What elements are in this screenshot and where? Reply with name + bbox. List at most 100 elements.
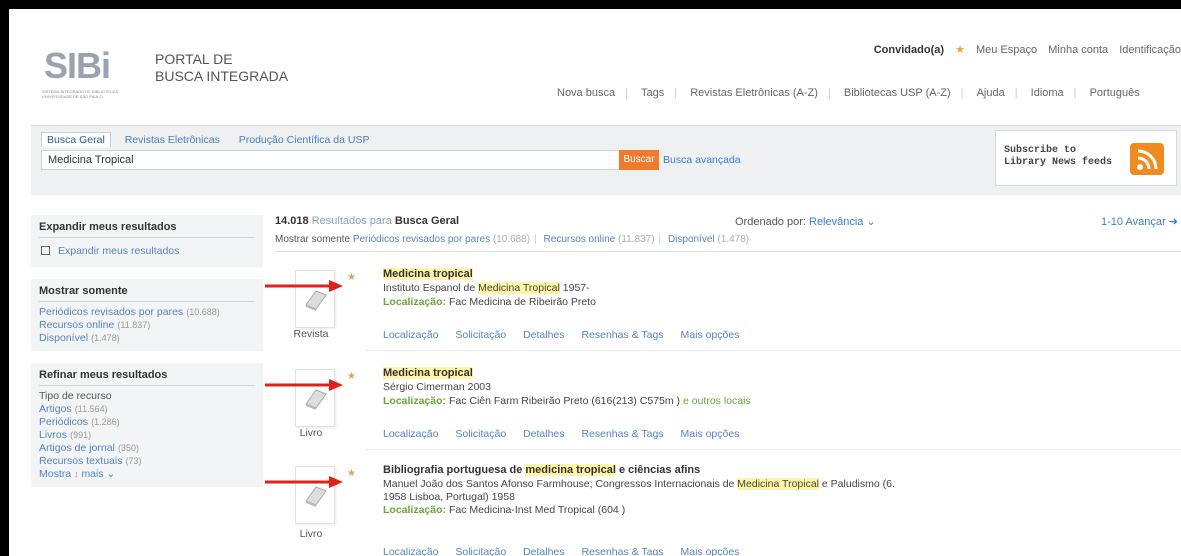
record-type: Livro — [299, 427, 323, 439]
refine-box: Refinar meus resultados Tipo de recurso … — [31, 363, 263, 487]
rss-label: Subscribe to Library News feeds — [1004, 145, 1113, 168]
tab-general-search[interactable]: Busca Geral — [41, 132, 111, 147]
record-actions: Localização Solicitação Detalhes Resenha… — [383, 546, 753, 556]
facet-periodicals[interactable]: Periódicos (1.286) — [39, 416, 255, 429]
sibi-logo[interactable]: SIBi — [44, 45, 111, 87]
refine-title: Refinar meus resultados — [39, 369, 255, 386]
user-bar: Convidado(a) ★ Meu Espaço Minha conta Id… — [874, 43, 1181, 56]
record-title[interactable]: Medicina tropical — [383, 367, 473, 379]
search-panel: Busca Geral Revistas Eletrônicas Produçã… — [31, 125, 1181, 195]
expand-checkbox[interactable] — [41, 246, 50, 255]
filter-peer-reviewed[interactable]: Periódicos revisados por pares — [353, 234, 490, 245]
nav-language[interactable]: Idioma — [1031, 87, 1064, 99]
resource-type-label: Tipo de recurso — [39, 390, 112, 402]
nav-help[interactable]: Ajuda — [977, 87, 1005, 99]
action-more-options[interactable]: Mais opções — [680, 329, 739, 341]
action-reviews-tags[interactable]: Resenhas & Tags — [581, 546, 663, 556]
chevron-down-icon: ⌄ — [106, 468, 116, 480]
search-input[interactable]: Medicina Tropical — [41, 150, 621, 170]
action-location[interactable]: Localização — [383, 428, 438, 440]
filter-online[interactable]: Recursos online — [544, 234, 616, 245]
portal-title: PORTAL DE BUSCA INTEGRADA — [155, 51, 289, 84]
action-request[interactable]: Solicitação — [455, 329, 506, 341]
action-location[interactable]: Localização — [383, 546, 438, 556]
facet-books[interactable]: Livros (991) — [39, 429, 255, 442]
arrow-right-icon: ➜ — [1168, 216, 1178, 228]
nav-portuguese[interactable]: Português — [1090, 87, 1140, 99]
login-link[interactable]: Identificação — [1119, 44, 1181, 56]
favorite-star-icon[interactable]: ★ — [347, 468, 356, 479]
results-count: 14.018 Resultados para Busca Geral — [275, 215, 460, 227]
nav-libraries[interactable]: Bibliotecas USP (A-Z) — [844, 87, 951, 99]
record-actions: Localização Solicitação Detalhes Resenha… — [383, 428, 753, 440]
record-author: Manuel João dos Santos Afonso Farmhouse;… — [383, 478, 895, 490]
nav-ejournals[interactable]: Revistas Eletrônicas (A-Z) — [690, 87, 818, 99]
favorite-star-icon[interactable]: ★ — [347, 371, 356, 382]
facet-peer-reviewed[interactable]: Periódicos revisados por pares (10.688) — [39, 306, 255, 319]
chevron-down-icon: ⌄ — [866, 216, 876, 228]
filter-available[interactable]: Disponível — [668, 234, 715, 245]
facet-online[interactable]: Recursos online (11.837) — [39, 319, 255, 332]
nav-tags[interactable]: Tags — [641, 87, 664, 99]
record-thumbnail[interactable] — [295, 466, 335, 524]
facet-articles[interactable]: Artigos (11.564) — [39, 403, 255, 416]
advanced-search-link[interactable]: Busca avançada — [663, 154, 741, 166]
record-title[interactable]: Medicina tropical — [383, 268, 473, 280]
rss-subscribe-box[interactable]: Subscribe to Library News feeds — [995, 130, 1177, 186]
action-request[interactable]: Solicitação — [455, 428, 506, 440]
show-only-box: Mostrar somente Periódicos revisados por… — [31, 279, 263, 351]
action-details[interactable]: Detalhes — [523, 546, 564, 556]
facet-news-articles[interactable]: Artigos de jornal (350) — [39, 442, 255, 455]
record-type: Revista — [293, 328, 329, 340]
action-location[interactable]: Localização — [383, 329, 438, 341]
action-details[interactable]: Detalhes — [523, 428, 564, 440]
record-type: Livro — [299, 528, 323, 540]
expand-box: Expandir meus resultados Expandir meus r… — [31, 215, 263, 267]
action-reviews-tags[interactable]: Resenhas & Tags — [581, 329, 663, 341]
record-thumbnail[interactable] — [295, 369, 335, 427]
expand-option[interactable]: Expandir meus resultados — [39, 242, 255, 261]
record-location: Localização: Fac Medicina-Inst Med Tropi… — [383, 504, 626, 516]
show-only-title: Mostrar somente — [39, 285, 255, 302]
results-divider — [275, 251, 1181, 252]
my-account-link[interactable]: Minha conta — [1048, 44, 1108, 56]
show-more-link[interactable]: Mostra ↕ mais ⌄ — [39, 468, 255, 481]
sort-control[interactable]: Ordenado por: Relevância ⌄ — [735, 215, 876, 228]
search-button[interactable]: Buscar — [619, 150, 659, 170]
my-space-link[interactable]: Meu Espaço — [976, 44, 1037, 56]
action-request[interactable]: Solicitação — [455, 546, 506, 556]
tab-ejournals[interactable]: Revistas Eletrônicas — [120, 133, 225, 147]
browser-page: SIBi SISTEMA INTEGRADO DE BIBLIOTECAS UN… — [9, 9, 1181, 556]
record-publication: 1958 Lisboa, Portugal) 1958 — [383, 491, 515, 503]
other-locations-link[interactable]: e outros locais — [683, 395, 751, 407]
sort-select[interactable]: Relevância — [809, 216, 863, 228]
nav-new-search[interactable]: Nova busca — [557, 87, 615, 99]
action-reviews-tags[interactable]: Resenhas & Tags — [581, 428, 663, 440]
record-title[interactable]: Bibliografia portuguesa de medicina trop… — [383, 464, 700, 476]
red-arrow-icon — [265, 379, 343, 391]
show-only-filters: Mostrar somente Periódicos revisados por… — [275, 234, 750, 245]
logo-subtitle: SISTEMA INTEGRADO DE BIBLIOTECAS UNIVERS… — [42, 89, 119, 99]
facet-available[interactable]: Disponível (1.478) — [39, 332, 255, 345]
tab-usp-production[interactable]: Produção Científica da USP — [234, 133, 375, 147]
record-thumbnail[interactable] — [295, 270, 335, 328]
facet-text-resources[interactable]: Recursos textuais (73) — [39, 455, 255, 468]
record-location: Localização: Fac Ciên Farm Ribeirão Pret… — [383, 395, 751, 407]
action-more-options[interactable]: Mais opções — [680, 546, 739, 556]
facets-sidebar: Expandir meus resultados Expandir meus r… — [31, 215, 263, 499]
record-actions: Localização Solicitação Detalhes Resenha… — [383, 329, 753, 341]
red-arrow-icon — [265, 280, 343, 292]
pager-next[interactable]: 1-10 Avançar ➜ — [1101, 215, 1178, 228]
guest-label: Convidado(a) — [873, 44, 945, 56]
action-details[interactable]: Detalhes — [523, 329, 564, 341]
favorite-star-icon[interactable]: ★ — [347, 272, 356, 283]
record-location: Localização: Fac Medicina de Ribeirão Pr… — [383, 296, 597, 308]
top-navigation: Nova busca | Tags | Revistas Eletrônicas (… — [557, 87, 1140, 99]
action-more-options[interactable]: Mais opções — [680, 428, 739, 440]
search-tabs: Busca Geral Revistas Eletrônicas Produçã… — [41, 132, 381, 147]
record-author: Sérgio Cimerman 2003 — [383, 381, 491, 393]
red-arrow-icon — [265, 476, 343, 488]
rss-icon[interactable] — [1130, 143, 1164, 175]
star-icon: ★ — [955, 44, 965, 56]
expand-title: Expandir meus resultados — [39, 221, 255, 238]
